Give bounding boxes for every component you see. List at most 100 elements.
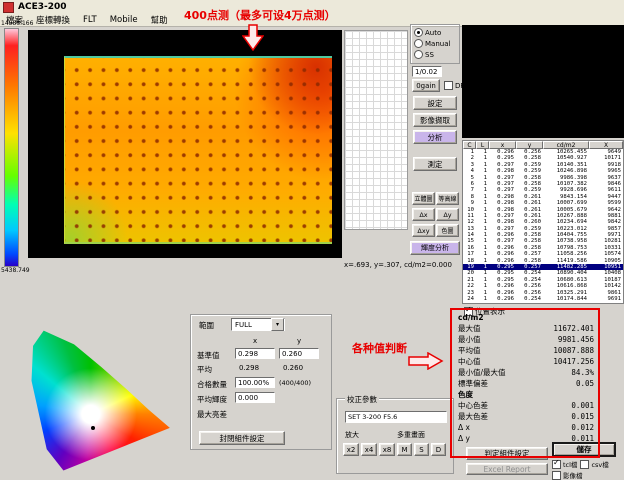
- checkbox-icon: [552, 460, 561, 469]
- delta-y-button[interactable]: Δy: [436, 208, 459, 221]
- average-luminance-label: 平均輝度: [197, 394, 227, 405]
- zoom-button[interactable]: x8: [379, 443, 395, 456]
- column-x-label: x: [253, 337, 257, 345]
- stats-panel: cd/m2 最大值 11672.401 最小值 9981.456 平均值 100…: [458, 312, 594, 444]
- range-label: 範圍: [199, 320, 214, 331]
- judge-settings-button[interactable]: 判定組件設定: [466, 447, 548, 460]
- file-format-checkbox[interactable]: tcl檔: [552, 459, 577, 469]
- luminance-analysis-button[interactable]: 輝度分析: [410, 241, 460, 255]
- stats-luminance-list: 最大值 11672.401 最小值 9981.456 平均值 10087.888…: [458, 323, 594, 389]
- zoom-label: 放大: [345, 430, 359, 440]
- capture-mode-radio[interactable]: Manual: [411, 38, 459, 49]
- multi-view-label: 多重畫面: [397, 430, 425, 440]
- luminance-heatmap[interactable]: [64, 56, 332, 244]
- stat-row: 最大色差 0.015: [458, 411, 594, 422]
- table-header-cell: L: [476, 141, 489, 149]
- stat-row: 中心色差 0.001: [458, 400, 594, 411]
- multi-view-button[interactable]: D: [431, 443, 446, 456]
- radio-icon: [414, 28, 423, 37]
- stat-row: 最大值 11672.401: [458, 323, 594, 334]
- max-diff-label: 最大亮差: [197, 409, 227, 420]
- window-title: ACE3-200: [18, 2, 67, 12]
- delta-x-button[interactable]: Δx: [412, 208, 435, 221]
- stat-row: 最小值/最大值 84.3%: [458, 367, 594, 378]
- stat-row: Δ x 0.012: [458, 422, 594, 433]
- calibration-panel: 校正參數 SET 3-200 F5.6 放大 多重畫面 x2x4x8 MSD: [336, 398, 454, 474]
- radio-icon: [414, 50, 423, 59]
- range-panel: 範圍 FULL ▾ x y 基準值 0.298 0.260 平均 0.298 0…: [190, 314, 332, 450]
- cie-horseshoe: [30, 320, 182, 472]
- menu-item[interactable]: 幫助: [151, 14, 168, 26]
- multi-view-buttons: MSD: [397, 443, 446, 456]
- stereo-view-button[interactable]: 立體圖: [412, 192, 435, 205]
- capture-mode-radio[interactable]: Auto: [411, 27, 459, 38]
- delta-xy-button[interactable]: Δxy: [412, 224, 435, 237]
- stat-row: 標準偏差 0.05: [458, 378, 594, 389]
- measure-button[interactable]: 測定: [413, 157, 457, 171]
- calibration-preset-field[interactable]: SET 3-200 F5.6: [345, 411, 447, 423]
- annotation-arrow-right-icon: [408, 352, 444, 370]
- capture-mode-radio[interactable]: SS: [411, 49, 459, 60]
- settings-button[interactable]: 設定: [413, 96, 457, 110]
- camera-preview-panel: [462, 25, 624, 138]
- analyze-button[interactable]: 分析: [413, 130, 457, 144]
- multi-view-button[interactable]: M: [397, 443, 412, 456]
- zoom-button[interactable]: x4: [361, 443, 377, 456]
- seal-settings-button[interactable]: 封閉組件設定: [199, 431, 285, 445]
- zoom-button[interactable]: x2: [343, 443, 359, 456]
- file-format-checkbox[interactable]: 影像檔: [552, 470, 583, 480]
- table-header-cell: y: [516, 141, 543, 149]
- colorbar-min-value: 5438.749: [1, 267, 30, 274]
- menu-item[interactable]: 座標轉換: [36, 14, 70, 26]
- average-x-value: 0.298: [239, 364, 259, 372]
- grid-paper-panel: [344, 30, 408, 230]
- contour-button[interactable]: 等高線: [436, 192, 459, 205]
- file-format-checkbox[interactable]: csv檔: [580, 459, 608, 469]
- menu-item[interactable]: Mobile: [110, 15, 138, 25]
- calibration-title: 校正參數: [345, 394, 379, 405]
- save-button[interactable]: 儲存: [552, 442, 616, 457]
- stats-chroma-list: 中心色差 0.001 最大色差 0.015 Δ x 0.012 Δ y 0.01…: [458, 400, 594, 444]
- average-label: 平均: [197, 364, 212, 375]
- image-capture-button[interactable]: 影像撷取: [413, 113, 457, 127]
- colormap-button[interactable]: 色圖: [436, 224, 459, 237]
- excel-report-button[interactable]: Excel Report: [466, 463, 548, 475]
- table-header-cell: C: [463, 141, 476, 149]
- colorbar: [4, 28, 19, 267]
- stat-row: 中心值 10417.256: [458, 356, 594, 367]
- average-y-value: 0.260: [283, 364, 303, 372]
- cie-measurement-marker: [91, 426, 95, 430]
- checkbox-icon: [552, 471, 561, 480]
- capture-mode-group: Auto Manual SS: [410, 24, 460, 64]
- gain-button[interactable]: 0gain: [412, 79, 440, 92]
- checkbox-icon: [444, 81, 453, 90]
- measurement-table[interactable]: CLxycd/m2X 110.296 0.25610265.4559649 21…: [462, 140, 624, 304]
- titlebar: ACE3-200: [0, 0, 624, 14]
- pass-count-label: 合格數量: [197, 379, 227, 390]
- column-y-label: y: [297, 337, 301, 345]
- stats-chroma-title: 色度: [458, 389, 594, 400]
- pass-fraction: (400/400): [279, 379, 311, 387]
- luminance-map-viewport[interactable]: [28, 30, 342, 258]
- stat-row: 最小值 9981.456: [458, 334, 594, 345]
- cie-chromaticity-diagram: [30, 318, 182, 472]
- radio-icon: [414, 39, 423, 48]
- menu-item[interactable]: FLT: [83, 15, 97, 25]
- range-select[interactable]: FULL ▾: [231, 318, 285, 331]
- base-x-field[interactable]: 0.298: [235, 348, 275, 359]
- checkbox-icon: [580, 460, 589, 469]
- stat-row: 平均值 10087.888: [458, 345, 594, 356]
- table-header-cell: X: [589, 141, 623, 149]
- colorbar-max-value: 14536.166: [1, 20, 33, 27]
- exposure-field[interactable]: 1/0.02: [412, 66, 442, 77]
- multi-view-button[interactable]: S: [414, 443, 429, 456]
- annotation-judge-note: 各种值判断: [352, 340, 407, 356]
- chevron-down-icon: ▾: [271, 318, 284, 331]
- table-row[interactable]: 2410.296 0.25410174.8449691: [463, 296, 623, 302]
- zoom-buttons: x2x4x8: [343, 443, 395, 456]
- base-value-label: 基準值: [197, 350, 220, 361]
- base-y-field[interactable]: 0.260: [279, 348, 319, 359]
- average-luminance-field[interactable]: 0.000: [235, 392, 275, 403]
- stats-luminance-title: cd/m2: [458, 312, 594, 323]
- measurement-table-body: 110.296 0.25610265.4559649 210.295 0.258…: [463, 149, 623, 302]
